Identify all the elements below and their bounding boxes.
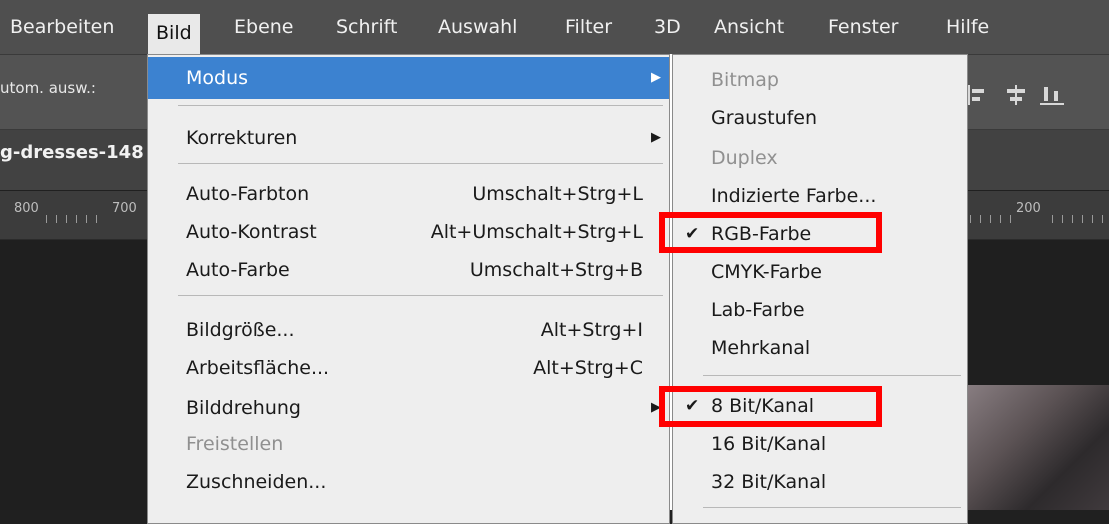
menu-item-label: Bilddrehung (186, 397, 301, 419)
menu-3d[interactable]: 3D (646, 10, 689, 44)
menu-separator (178, 105, 663, 106)
menu-hilfe[interactable]: Hilfe (938, 10, 997, 44)
ruler-label: 200 (1016, 201, 1041, 216)
submenu-item-indizierte-farbe[interactable]: Indizierte Farbe... (673, 177, 967, 215)
ruler-ticks (46, 215, 106, 223)
menu-item-bildgroesse[interactable]: Bildgröße... Alt+Strg+I (148, 311, 669, 349)
menu-auswahl[interactable]: Auswahl (430, 10, 525, 44)
submenu-item-label: Duplex (711, 147, 778, 169)
menu-bild[interactable]: Bild (148, 14, 200, 54)
align-bottom-icon[interactable] (1040, 85, 1064, 105)
submenu-item-label: CMYK-Farbe (711, 261, 822, 283)
menu-item-korrekturen[interactable]: Korrekturen ▶ (148, 119, 669, 157)
menu-item-label: Freistellen (186, 433, 284, 455)
menu-item-shortcut: Umschalt+Strg+B (469, 259, 643, 281)
annotation-box-rgb-farbe (659, 212, 882, 253)
menu-item-auto-farbton[interactable]: Auto-Farbton Umschalt+Strg+L (148, 175, 669, 213)
ruler-label: 700 (112, 201, 137, 216)
submenu-item-32-bit-kanal[interactable]: 32 Bit/Kanal (673, 463, 967, 501)
menu-separator (178, 295, 663, 296)
menu-schrift[interactable]: Schrift (328, 10, 405, 44)
submenu-item-lab-farbe[interactable]: Lab-Farbe (673, 291, 967, 329)
menu-item-label: Arbeitsfläche... (186, 357, 330, 379)
menu-item-label: Modus (186, 67, 249, 89)
menu-ebene[interactable]: Ebene (226, 10, 302, 44)
document-tab[interactable]: g-dresses-148 (0, 142, 144, 163)
submenu-item-bitmap: Bitmap (673, 61, 967, 99)
menu-item-label: Zuschneiden... (186, 471, 327, 493)
submenu-item-mehrkanal[interactable]: Mehrkanal (673, 329, 967, 367)
menu-item-shortcut: Alt+Strg+I (540, 319, 643, 341)
menu-item-shortcut: Alt+Umschalt+Strg+L (430, 221, 643, 243)
menu-bar: Bearbeiten Bild Ebene Schrift Auswahl Fi… (0, 0, 1109, 55)
menu-item-arbeitsflaeche[interactable]: Arbeitsfläche... Alt+Strg+C (148, 349, 669, 387)
bild-dropdown-menu: Modus ▶ Korrekturen ▶ Auto-Farbton Umsch… (147, 54, 670, 524)
menu-item-label: Auto-Kontrast (186, 221, 317, 243)
submenu-item-label: Indizierte Farbe... (711, 185, 877, 207)
modus-submenu: Bitmap Graustufen Duplex Indizierte Farb… (672, 54, 968, 524)
menu-separator (703, 507, 961, 508)
submenu-item-16-bit-kanal[interactable]: 16 Bit/Kanal (673, 425, 967, 463)
canvas-image (958, 385, 1109, 510)
menu-bearbeiten[interactable]: Bearbeiten (2, 10, 122, 44)
align-center-icon[interactable] (1004, 85, 1028, 105)
submenu-item-label: 16 Bit/Kanal (711, 433, 827, 455)
submenu-arrow-icon: ▶ (651, 130, 661, 145)
menu-item-label: Auto-Farbe (186, 259, 290, 281)
menu-separator (703, 375, 961, 376)
menu-item-shortcut: Umschalt+Strg+L (472, 183, 643, 205)
submenu-item-label: Lab-Farbe (711, 299, 805, 321)
menu-ansicht[interactable]: Ansicht (706, 10, 792, 44)
submenu-item-duplex: Duplex (673, 139, 967, 177)
submenu-item-cmyk-farbe[interactable]: CMYK-Farbe (673, 253, 967, 291)
menu-item-freistellen: Freistellen (148, 425, 669, 463)
submenu-arrow-icon: ▶ (651, 70, 661, 85)
ruler-ticks (1052, 215, 1109, 223)
ruler-ticks (970, 215, 1014, 223)
submenu-item-label: Mehrkanal (711, 337, 811, 359)
menu-item-auto-farbe[interactable]: Auto-Farbe Umschalt+Strg+B (148, 251, 669, 289)
menu-item-label: Auto-Farbton (186, 183, 310, 205)
menu-item-zuschneiden[interactable]: Zuschneiden... (148, 463, 669, 501)
menu-filter[interactable]: Filter (557, 10, 620, 44)
menu-item-label: Bildgröße... (186, 319, 295, 341)
menu-item-shortcut: Alt+Strg+C (533, 357, 643, 379)
menu-item-label: Korrekturen (186, 127, 298, 149)
submenu-item-label: Graustufen (711, 107, 818, 129)
menu-separator (178, 163, 663, 164)
menu-item-modus[interactable]: Modus ▶ (148, 57, 669, 99)
submenu-item-label: Bitmap (711, 69, 779, 91)
menu-fenster[interactable]: Fenster (820, 10, 906, 44)
menu-item-bilddrehung[interactable]: Bilddrehung ▶ (148, 389, 669, 427)
submenu-item-label: 32 Bit/Kanal (711, 471, 827, 493)
auto-select-label: utom. ausw.: (0, 79, 96, 97)
menu-item-auto-kontrast[interactable]: Auto-Kontrast Alt+Umschalt+Strg+L (148, 213, 669, 251)
ruler-label: 800 (14, 201, 39, 216)
annotation-box-8-bit-kanal (659, 386, 882, 427)
submenu-item-graustufen[interactable]: Graustufen (673, 99, 967, 137)
align-left-icon[interactable] (968, 85, 992, 105)
